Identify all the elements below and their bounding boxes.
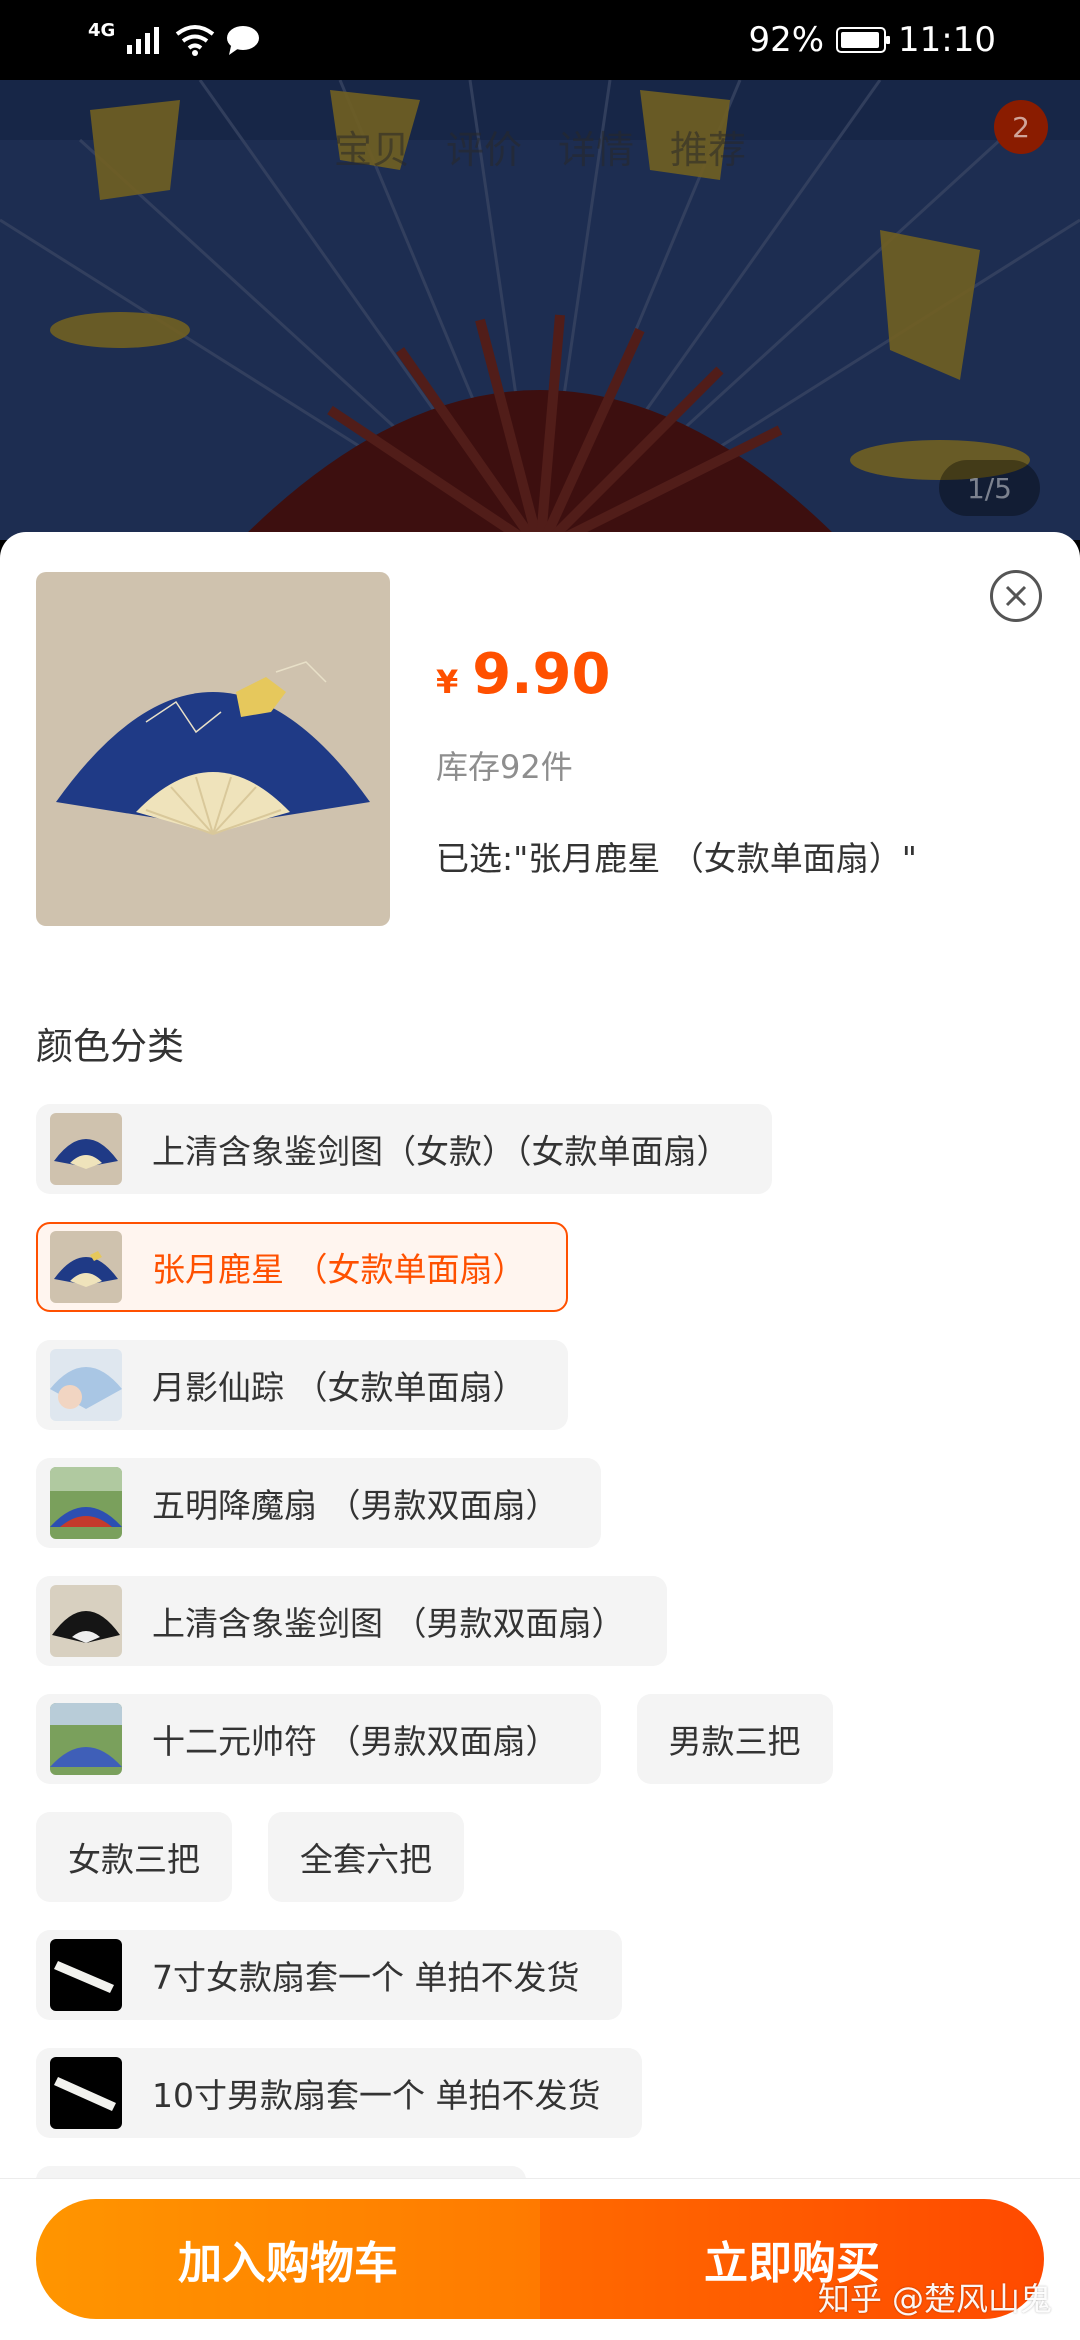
status-right: 92% 11:10 (748, 20, 996, 60)
selected-option: 已选:"张月鹿星 （女款单面扇）" (436, 839, 917, 878)
product-tabs: 宝贝 评价 详情 推荐 (0, 80, 1080, 212)
fan-sleeve-icon (50, 2057, 122, 2129)
option-row: 上清含象鉴剑图（女款）（女款单面扇） (36, 1104, 1046, 1194)
option-chip[interactable]: 月影仙踪 （女款单面扇） (36, 1340, 568, 1430)
option-label: 7寸女款扇套一个 单拍不发货 (152, 1958, 580, 1997)
option-label: 上清含象鉴剑图（女款）（女款单面扇） (152, 1132, 730, 1171)
option-chip[interactable]: 十二元帅符 （男款双面扇） (36, 1694, 601, 1784)
price: ¥ 9.90 (436, 642, 610, 707)
close-button[interactable] (990, 570, 1042, 622)
option-label: 男款三把 (668, 1722, 801, 1761)
option-row: 10寸男款扇套一个 单拍不发货 (36, 2048, 1046, 2138)
tab-recommend: 推荐 (670, 127, 747, 172)
battery-percent: 92% (748, 20, 825, 60)
section-title: 颜色分类 (36, 1025, 184, 1068)
option-row: 女款三把 全套六把 (36, 1812, 1046, 1902)
image-indicator: 1/5 (938, 460, 1040, 516)
sku-selector-sheet: ¥ 9.90 库存92件 已选:"张月鹿星 （女款单面扇）" 颜色分类 上清含象… (0, 532, 1080, 2340)
option-label: 五明降魔扇 （男款双面扇） (152, 1486, 559, 1525)
product-thumbnail[interactable] (36, 572, 390, 926)
fan-sleeve-icon (50, 1939, 122, 2011)
option-label: 张月鹿星 （女款单面扇） (152, 1250, 526, 1289)
option-row: 7寸女款扇套一个 单拍不发货 (36, 1930, 1046, 2020)
close-icon (1005, 585, 1027, 607)
blue-fan-icon (50, 1231, 122, 1303)
option-label: 10寸男款扇套一个 单拍不发货 (152, 2076, 601, 2115)
option-row: 五明降魔扇 （男款双面扇） (36, 1458, 1046, 1548)
tab-product: 宝贝 (333, 127, 410, 172)
currency-symbol: ¥ (436, 663, 459, 701)
option-list: 上清含象鉴剑图（女款）（女款单面扇） 张月鹿星 （女款单面扇） 月影仙踪 （女款… (36, 1104, 1046, 2206)
option-chip[interactable]: 男款三把 (636, 1694, 833, 1784)
outdoor-fan-icon (50, 1703, 122, 1775)
option-row: 上清含象鉴剑图 （男款双面扇） (36, 1576, 1046, 1666)
add-to-cart-button[interactable]: 加入购物车 (36, 2199, 540, 2319)
product-page-background: 宝贝 评价 详情 推荐 2 1/5 (0, 80, 1080, 540)
price-value: 9.90 (472, 642, 611, 707)
status-bar: 4G 92% 11:10 (0, 0, 1080, 80)
signal-icon (127, 27, 160, 54)
option-label: 十二元帅符 （男款双面扇） (152, 1722, 559, 1761)
tab-reviews: 评价 (445, 127, 522, 172)
option-row: 月影仙踪 （女款单面扇） (36, 1340, 1046, 1430)
option-chip[interactable]: 10寸男款扇套一个 单拍不发货 (36, 2048, 643, 2138)
network-type: 4G (88, 19, 116, 41)
cart-badge: 2 (994, 100, 1048, 154)
stock-count: 库存92件 (436, 748, 573, 786)
fan-image (36, 572, 390, 926)
status-left: 4G (88, 20, 261, 56)
outdoor-fan-icon (50, 1467, 122, 1539)
option-chip[interactable]: 上清含象鉴剑图 （男款双面扇） (36, 1576, 667, 1666)
option-chip[interactable]: 7寸女款扇套一个 单拍不发货 (36, 1930, 622, 2020)
light-blue-fan-icon (50, 1349, 122, 1421)
option-label: 上清含象鉴剑图 （男款双面扇） (152, 1604, 625, 1643)
message-icon (227, 26, 260, 55)
watermark: 知乎 @楚风山鬼 (817, 2280, 1052, 2318)
option-label: 月影仙踪 （女款单面扇） (152, 1368, 526, 1407)
option-chip[interactable]: 女款三把 (36, 1812, 232, 1902)
option-row: 十二元帅符 （男款双面扇） 男款三把 (36, 1694, 1046, 1784)
clock: 11:10 (898, 20, 996, 60)
option-chip-selected[interactable]: 张月鹿星 （女款单面扇） (36, 1222, 568, 1312)
option-label: 全套六把 (300, 1840, 432, 1879)
blue-fan-icon (50, 1113, 122, 1185)
black-fan-icon (50, 1585, 122, 1657)
tab-details: 详情 (558, 127, 635, 172)
option-label: 女款三把 (68, 1840, 200, 1879)
screen: 4G 92% 11:10 宝贝 评价 详情 推荐 2 1/5 ¥ 9.90 库存… (0, 0, 1080, 2340)
wifi-icon (176, 25, 215, 56)
battery-icon (836, 27, 891, 53)
option-row: 张月鹿星 （女款单面扇） (36, 1222, 1046, 1312)
option-chip[interactable]: 上清含象鉴剑图（女款）（女款单面扇） (36, 1104, 772, 1194)
option-chip[interactable]: 五明降魔扇 （男款双面扇） (36, 1458, 601, 1548)
option-chip[interactable]: 全套六把 (268, 1812, 464, 1902)
